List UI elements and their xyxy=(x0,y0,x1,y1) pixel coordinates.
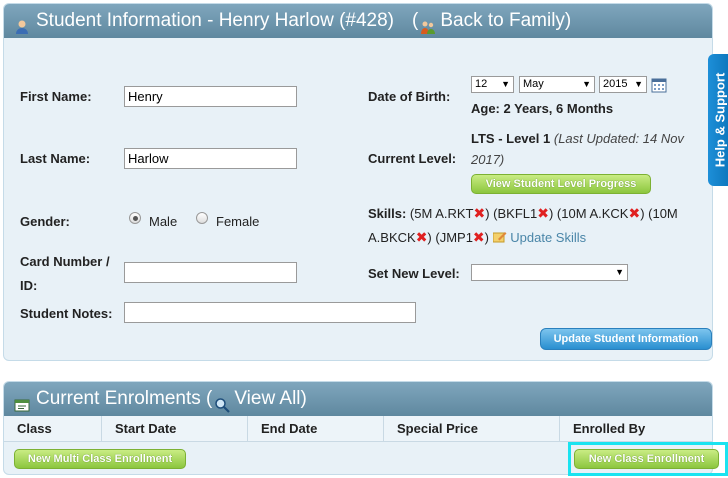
current-level-updated-year: 2017) xyxy=(471,152,505,167)
last-name-input[interactable] xyxy=(124,148,297,169)
enrolments-title: Current Enrolments ( xyxy=(36,388,213,409)
update-student-button[interactable]: Update Student Information xyxy=(540,328,712,350)
new-multi-class-enrollment-button[interactable]: New Multi Class Enrollment xyxy=(14,449,186,469)
family-icon[interactable] xyxy=(420,13,436,34)
dob-label: Date of Birth: xyxy=(368,89,451,104)
first-name-input[interactable] xyxy=(124,86,297,107)
remove-skill-icon[interactable]: ✖ xyxy=(416,230,428,244)
dropdown-arrow-icon: ▼ xyxy=(501,79,510,89)
column-header-class: Class xyxy=(4,416,102,442)
skill-item: ) (JMP1 xyxy=(427,230,473,245)
remove-skill-icon[interactable]: ✖ xyxy=(537,206,549,220)
current-level-block: LTS - Level 1 (Last Updated: 14 Nov 2017… xyxy=(471,128,711,170)
student-notes-label: Student Notes: xyxy=(20,306,113,321)
dob-day-select[interactable]: 12 ▼ xyxy=(471,76,514,93)
gender-male-label: Male xyxy=(149,214,178,229)
student-info-panel: Student Information - Henry Harlow (#428… xyxy=(3,3,713,361)
new-class-enrollment-button[interactable]: New Class Enrollment xyxy=(574,449,719,469)
skill-item: ) xyxy=(484,230,489,245)
update-skills-link[interactable]: Update Skills xyxy=(510,230,586,245)
skill-item: ) (10M A.KCK xyxy=(548,206,629,221)
dob-year-select[interactable]: 2015 ▼ xyxy=(599,76,647,93)
column-header-end-date: End Date xyxy=(248,416,384,442)
skill-item: (5M A.RKT xyxy=(409,206,474,221)
search-icon[interactable] xyxy=(214,391,231,413)
gender-label: Gender: xyxy=(20,214,70,229)
card-number-label-line1: Card Number / xyxy=(20,254,110,269)
page-title: Student Information - Henry Harlow (#428… xyxy=(36,10,394,31)
back-paren: ( xyxy=(412,10,419,31)
column-header-special-price: Special Price xyxy=(384,416,560,442)
view-all-link[interactable]: View All) xyxy=(234,382,307,416)
student-notes-input[interactable] xyxy=(124,302,416,323)
student-info-header: Student Information - Henry Harlow (#428… xyxy=(4,4,712,38)
pencil-icon[interactable] xyxy=(492,227,507,243)
enrolments-header: Current Enrolments ( View All) xyxy=(4,382,712,416)
set-new-level-select[interactable]: ▼ xyxy=(471,264,628,281)
skills-label: Skills: xyxy=(368,206,407,221)
last-name-label: Last Name: xyxy=(20,151,91,166)
column-header-enrolled-by: Enrolled By xyxy=(573,421,646,436)
dropdown-arrow-icon: ▼ xyxy=(615,267,624,277)
view-level-progress-button[interactable]: View Student Level Progress xyxy=(471,174,651,194)
first-name-label: First Name: xyxy=(20,89,92,104)
skill-item: A.BKCK xyxy=(368,230,416,245)
back-to-family-link[interactable]: Back to Family) xyxy=(440,4,571,38)
gender-female-label: Female xyxy=(216,214,260,229)
enrolments-table-header: Class Start Date End Date Special Price … xyxy=(4,416,712,442)
age-text: Age: 2 Years, 6 Months xyxy=(471,101,614,116)
gender-female-radio[interactable] xyxy=(196,212,208,224)
current-level-updated: (Last Updated: 14 Nov xyxy=(553,131,684,146)
gender-male-radio[interactable] xyxy=(129,212,141,224)
user-icon xyxy=(14,13,30,34)
dropdown-arrow-icon: ▼ xyxy=(582,79,591,89)
help-support-tab[interactable]: Help & Support xyxy=(708,54,728,186)
current-level-label: Current Level: xyxy=(368,151,457,166)
skill-item: ) (BKFL1 xyxy=(485,206,538,221)
remove-skill-icon[interactable]: ✖ xyxy=(474,206,486,220)
skills-block: Skills: (5M A.RKT✖) (BKFL1✖) (10M A.KCK✖… xyxy=(368,202,708,250)
enrolments-panel: Current Enrolments ( View All) Class Sta… xyxy=(3,381,728,476)
skill-item: ) (10M xyxy=(640,206,678,221)
card-number-label-line2: ID: xyxy=(20,278,38,293)
remove-skill-icon[interactable]: ✖ xyxy=(473,230,485,244)
current-level-value: LTS - Level 1 xyxy=(471,131,551,146)
set-new-level-label: Set New Level: xyxy=(368,266,460,281)
column-header-start-date: Start Date xyxy=(102,416,248,442)
calendar-icon[interactable] xyxy=(651,77,667,96)
card-number-input[interactable] xyxy=(124,262,297,283)
enrolment-icon xyxy=(14,391,30,412)
dob-month-select[interactable]: May ▼ xyxy=(519,76,595,93)
dropdown-arrow-icon: ▼ xyxy=(634,79,643,89)
remove-skill-icon[interactable]: ✖ xyxy=(628,206,640,220)
